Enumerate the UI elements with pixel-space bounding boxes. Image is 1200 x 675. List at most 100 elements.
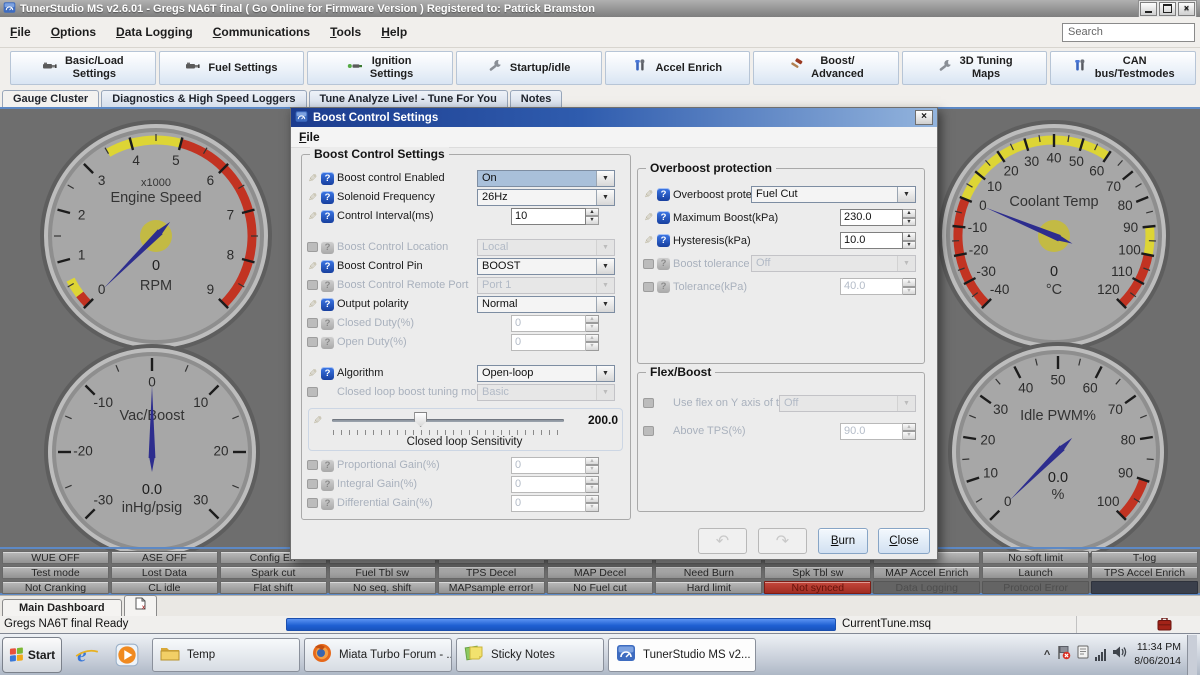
help-icon[interactable]: ? [321,317,334,330]
close-button[interactable]: Close [878,528,930,554]
hysteresis-kpa-spinner[interactable]: 10.0▲▼ [840,232,916,249]
spinner-value: 90.0 [840,423,903,440]
wmp-quicklaunch[interactable] [107,637,147,673]
boost-control-enabled-dropdown[interactable]: On▼ [477,170,615,187]
action-center-flag-icon[interactable] [1056,645,1071,665]
pencil-icon: ✎ [306,172,319,185]
boost-tolerance-dropdown: Off▼ [751,255,916,272]
tray-document-icon[interactable] [1077,645,1089,664]
arrow-down-icon[interactable]: ▼ [586,216,599,225]
help-icon[interactable]: ? [321,367,334,380]
tray-expand-icon[interactable]: ^ [1044,649,1050,661]
algorithm-dropdown[interactable]: Open-loop▼ [477,365,615,382]
taskbar-temp[interactable]: Temp [152,638,300,672]
help-icon[interactable]: ? [321,497,334,510]
redo-button[interactable]: ↷ [758,528,807,554]
new-dashboard-tab[interactable]: x [124,595,157,616]
field-boost-control-location: ?Boost Control LocationLocal▼ [306,238,625,256]
indicator-blank [1091,581,1198,594]
clock[interactable]: 11:34 PM 8/06/2014 [1134,641,1181,668]
close-button[interactable]: × [1178,2,1195,16]
help-icon[interactable]: ? [657,257,670,270]
output-polarity-dropdown[interactable]: Normal▼ [477,296,615,313]
spinner-arrows[interactable]: ▲▼ [903,232,916,249]
dialog-close-icon[interactable]: × [915,110,933,125]
undo-button[interactable]: ↶ [698,528,747,554]
above-tps-spinner: 90.0▲▼ [840,423,916,440]
start-button[interactable]: Start [2,637,62,673]
arrow-up-icon[interactable]: ▲ [586,208,599,217]
disabled-icon [642,398,655,408]
toolbar-startup-idle[interactable]: Startup/idle [456,51,602,85]
help-icon[interactable]: ? [321,336,334,349]
slider-track[interactable] [332,412,564,428]
maximum-boost-kpa-spinner[interactable]: 230.0▲▼ [840,209,916,226]
taskbar-sticky-notes[interactable]: Sticky Notes [456,638,604,672]
slider-ticks [333,430,562,435]
svg-text:6: 6 [207,173,215,188]
toolbar-accel-enrich[interactable]: Accel Enrich [605,51,751,85]
tab-tune-analyze-live-tune-for-you[interactable]: Tune Analyze Live! - Tune For You [309,90,508,107]
toolbar-ignition-settings[interactable]: Ignition Settings [307,51,453,85]
toolbar-fuel-settings[interactable]: Fuel Settings [159,51,305,85]
help-icon[interactable]: ? [321,478,334,491]
system-tray: ^ 11:34 PM 8/06/2014 [1044,635,1198,675]
spinner-arrows[interactable]: ▲▼ [586,208,599,225]
menu-file[interactable]: File [10,25,31,39]
help-icon[interactable]: ? [321,210,334,223]
tab-diagnostics-high-speed-loggers[interactable]: Diagnostics & High Speed Loggers [101,90,306,107]
menu-options[interactable]: Options [51,25,96,39]
help-icon[interactable]: ? [657,280,670,293]
menu-help[interactable]: Help [381,25,407,39]
help-icon[interactable]: ? [657,188,670,201]
help-icon[interactable]: ? [657,211,670,224]
help-icon[interactable]: ? [321,260,334,273]
help-icon[interactable]: ? [321,241,334,254]
arrow-down-icon[interactable]: ▼ [903,218,916,227]
help-icon[interactable]: ? [657,234,670,247]
arrow-up-icon[interactable]: ▲ [903,232,916,241]
maximize-button[interactable] [1159,2,1176,16]
taskbar-miata-turbo-forum[interactable]: Miata Turbo Forum - ... [304,638,452,672]
tab-main-dashboard[interactable]: Main Dashboard [2,599,122,616]
overboost-protection-dropdown[interactable]: Fuel Cut▼ [751,186,916,203]
minimize-button[interactable] [1140,2,1157,16]
toolbar-boost-advanced[interactable]: Boost/ Advanced [753,51,899,85]
toolbar-can-bus-testmodes[interactable]: CAN bus/Testmodes [1050,51,1196,85]
search-input[interactable]: Search [1062,23,1195,42]
control-interval-ms-spinner[interactable]: 10▲▼ [511,208,599,225]
svg-text:80: 80 [1118,198,1133,213]
arrow-up-icon[interactable]: ▲ [903,209,916,218]
toolbar-3d-tuning-maps[interactable]: 3D Tuning Maps [902,51,1048,85]
dialog-menu-file[interactable]: File [299,130,320,144]
menu-communications[interactable]: Communications [213,25,310,39]
help-icon[interactable]: ? [321,191,334,204]
ie-quicklaunch[interactable]: e [67,637,107,673]
help-icon[interactable]: ? [321,459,334,472]
help-icon[interactable]: ? [321,279,334,292]
toolbar-basic-load-settings[interactable]: Basic/Load Settings [10,51,156,85]
help-icon[interactable]: ? [321,298,334,311]
arrow-down-icon[interactable]: ▼ [903,241,916,250]
show-desktop-button[interactable] [1187,635,1197,675]
menu-data-logging[interactable]: Data Logging [116,25,193,39]
help-icon[interactable]: ? [321,172,334,185]
taskbar-tunerstudio-ms-v2[interactable]: TunerStudio MS v2... [608,638,756,672]
boost-control-pin-dropdown[interactable]: BOOST▼ [477,258,615,275]
toolbar-label: Ignition Settings [370,55,413,80]
field-label: Solenoid Frequency [337,191,477,203]
solenoid-frequency-dropdown[interactable]: 26Hz▼ [477,189,615,206]
menu-tools[interactable]: Tools [330,25,361,39]
spinner-arrows[interactable]: ▲▼ [903,209,916,226]
volume-icon[interactable] [1112,645,1128,664]
disabled-icon [642,259,655,269]
tab-gauge-cluster[interactable]: Gauge Cluster [2,90,99,107]
tray-time: 11:34 PM [1134,641,1181,655]
network-signal-icon[interactable] [1095,649,1106,661]
closed-loop-sensitivity-slider[interactable]: ✎200.0Closed loop Sensitivity [308,408,623,451]
tab-notes[interactable]: Notes [510,90,563,107]
burn-button[interactable]: Burn [818,528,868,554]
slider-thumb[interactable] [414,412,427,427]
svg-text:50: 50 [1050,373,1065,388]
arrow-down-icon: ▼ [903,287,916,296]
